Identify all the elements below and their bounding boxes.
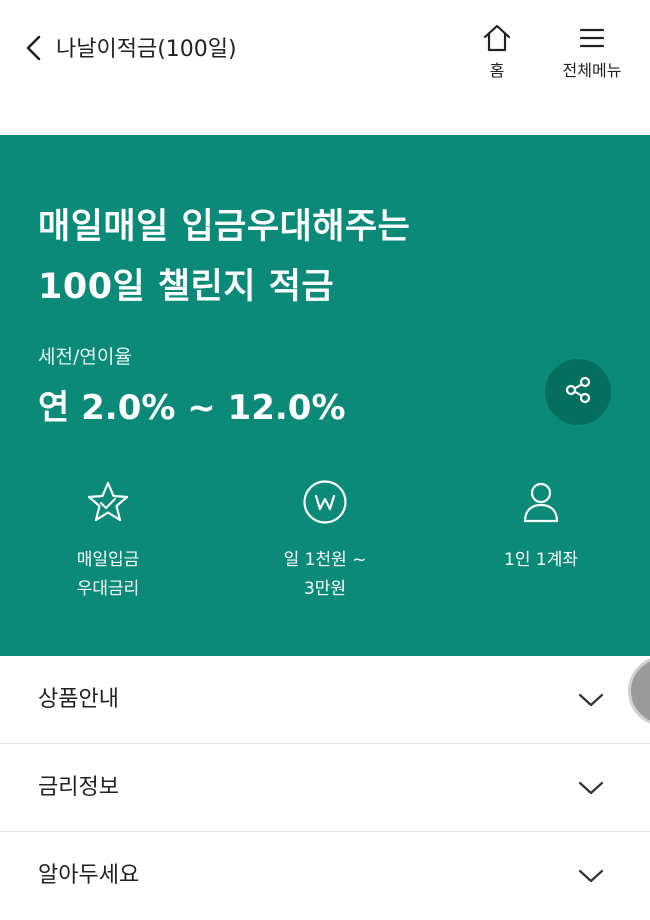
home-label: 홈 <box>489 61 505 80</box>
hamburger-menu-icon <box>579 20 605 56</box>
product-info-accordion: 상품안내 금리정보 알아두세요 <box>0 656 650 920</box>
star-icon <box>86 478 130 526</box>
accordion-label: 상품안내 <box>38 687 119 712</box>
feature-line-2: 3만원 <box>303 579 347 599</box>
feature-one-account: 1인 1계좌 <box>466 478 616 575</box>
accordion-label: 금리정보 <box>38 775 119 800</box>
app-header: 나날이적금(100일) 홈 전체메뉴 <box>0 0 650 135</box>
home-icon <box>482 20 512 56</box>
headline-line-2: 100일 챌린지 적금 <box>38 267 335 307</box>
all-menu-label: 전체메뉴 <box>562 61 622 80</box>
chevron-down-icon <box>578 777 604 799</box>
chevron-down-icon <box>578 865 604 887</box>
chevron-down-icon <box>578 689 604 711</box>
feature-text: 일 1천원 ~ 3만원 <box>284 546 367 604</box>
feature-text: 매일입금 우대금리 <box>77 546 140 604</box>
chevron-left-icon <box>24 34 44 66</box>
floating-side-handle[interactable] <box>628 656 650 726</box>
feature-line-1: 매일입금 <box>76 550 140 570</box>
feature-daily-deposit: 매일입금 우대금리 <box>33 478 183 604</box>
feature-line-1: 1인 1계좌 <box>504 550 578 570</box>
product-headline: 매일매일 입금우대해주는 100일 챌린지 적금 <box>38 197 410 317</box>
share-button[interactable] <box>545 359 611 425</box>
feature-deposit-range: 일 1천원 ~ 3만원 <box>250 478 400 604</box>
side-handle-knob <box>628 656 650 726</box>
accordion-item-notice[interactable]: 알아두세요 <box>0 832 650 920</box>
rate-label: 세전/연이율 <box>38 346 132 368</box>
feature-line-2: 우대금리 <box>76 579 140 599</box>
feature-line-1: 일 1천원 ~ <box>283 550 367 570</box>
won-coin-icon <box>302 478 348 526</box>
home-button[interactable]: 홈 <box>476 20 518 82</box>
feature-text: 1인 1계좌 <box>504 546 578 575</box>
headline-line-1: 매일매일 입금우대해주는 <box>38 207 411 247</box>
person-icon <box>521 478 561 526</box>
share-icon <box>563 375 593 409</box>
accordion-item-product-guide[interactable]: 상품안내 <box>0 656 650 744</box>
product-hero: 매일매일 입금우대해주는 100일 챌린지 적금 세전/연이율 연 2.0% ~… <box>0 135 650 656</box>
rate-value: 연 2.0% ~ 12.0% <box>38 388 346 428</box>
page-title: 나날이적금(100일) <box>56 37 237 62</box>
accordion-label: 알아두세요 <box>38 863 140 888</box>
back-button[interactable] <box>14 28 54 72</box>
all-menu-button[interactable]: 전체메뉴 <box>553 20 631 82</box>
accordion-item-interest-info[interactable]: 금리정보 <box>0 744 650 832</box>
